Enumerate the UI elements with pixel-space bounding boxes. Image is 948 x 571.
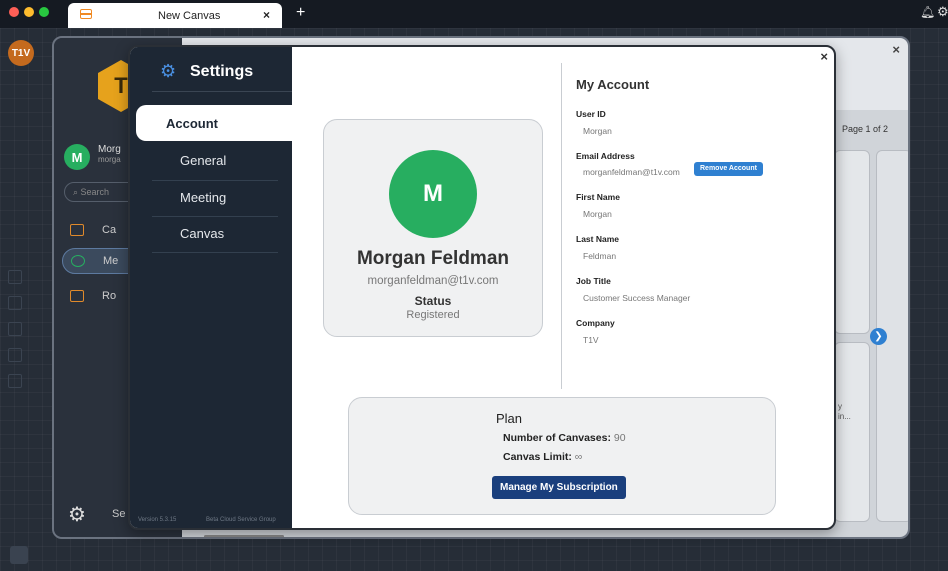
minimize-window-button[interactable] — [24, 7, 34, 17]
divider — [152, 91, 292, 92]
tab-close-button[interactable]: × — [263, 8, 270, 22]
canvas-icon — [80, 9, 92, 19]
build-text: Beta Cloud Service Group — [206, 517, 276, 523]
close-icon[interactable]: × — [820, 49, 828, 64]
field-value: T1V — [583, 335, 599, 345]
browser-tab[interactable]: New Canvas × — [68, 3, 282, 28]
field-value: Morgan — [583, 209, 612, 219]
gear-icon[interactable]: ⚙ — [68, 502, 86, 527]
field-value: Feldman — [583, 251, 617, 261]
canvas-card-text-line: y — [838, 402, 842, 411]
app-logo: T1V — [8, 40, 34, 66]
field-value: Morgan — [583, 126, 612, 136]
tab-label: Account — [166, 116, 218, 131]
avatar: M — [389, 150, 477, 238]
tab-label: Meeting — [180, 190, 227, 205]
profile-name: Morgan Feldman — [356, 248, 509, 269]
rail-item — [8, 374, 22, 388]
status-value: Registered — [406, 309, 460, 321]
divider — [561, 63, 562, 389]
plan-card: Plan Number of Canvases: 90 Canvas Limit… — [348, 397, 776, 515]
sidebar-item-label: Ro — [102, 290, 117, 302]
room-icon — [70, 290, 84, 302]
canvas-card[interactable] — [834, 342, 870, 522]
field-value: Customer Success Manager — [583, 293, 691, 303]
plan-title: Plan — [496, 411, 523, 426]
maximize-window-button[interactable] — [39, 7, 49, 17]
profile-card: M Morgan Feldman morganfeldman@t1v.com S… — [323, 119, 543, 337]
close-icon[interactable]: × — [892, 42, 900, 57]
settings-title: Settings — [190, 63, 254, 80]
remove-account-button[interactable]: Remove Account — [694, 162, 763, 176]
field-label: First Name — [576, 192, 620, 202]
settings-modal: ⚙ Settings Account General Meeting Canva… — [128, 45, 836, 530]
meeting-icon — [71, 255, 85, 267]
gear-icon: ⚙ — [160, 61, 177, 81]
rail-item — [8, 296, 22, 310]
manage-subscription-button[interactable]: Manage My Subscription — [492, 476, 626, 499]
sidebar-item-label: Me — [103, 255, 119, 267]
canvas-card-text: y in... — [838, 402, 851, 422]
field-label: Last Name — [576, 234, 619, 244]
rail-item — [8, 348, 22, 362]
background-user-name: Morg — [98, 144, 121, 155]
divider — [152, 252, 278, 253]
gear-icon[interactable]: ⚙ — [937, 4, 948, 20]
profile-email: morganfeldman@t1v.com — [367, 275, 499, 287]
avatar: M — [64, 144, 90, 170]
account-title: My Account — [576, 77, 650, 92]
background-settings-label: Se — [112, 508, 126, 520]
close-window-button[interactable] — [9, 7, 19, 17]
tab-canvas[interactable]: Canvas — [130, 215, 292, 251]
scrollbar[interactable] — [204, 535, 284, 537]
background-user-sub: morga — [98, 155, 121, 164]
tab-title: New Canvas — [158, 10, 221, 22]
canvas-limit-label: Canvas Limit: — [503, 451, 572, 463]
search-placeholder: Search — [80, 187, 110, 197]
tab-general[interactable]: General — [130, 142, 292, 178]
sidebar-item-label: Ca — [102, 224, 117, 236]
tab-label: General — [180, 153, 227, 168]
field-label: Company — [576, 318, 615, 328]
tab-label: Canvas — [180, 226, 225, 241]
rail-item — [8, 322, 22, 336]
canvas-limit-value: ∞ — [574, 451, 583, 463]
field-label: Email Address — [576, 151, 635, 161]
field-label: Job Title — [576, 276, 611, 286]
tab-meeting[interactable]: Meeting — [130, 179, 292, 215]
canvas-limit-row: Canvas Limit: ∞ — [503, 451, 582, 463]
new-tab-button[interactable]: + — [296, 4, 305, 22]
field-label: User ID — [576, 109, 606, 119]
rail-item — [8, 270, 22, 284]
left-rail — [8, 270, 26, 440]
canvas-count-value: 90 — [613, 432, 626, 444]
canvas-card-text-line: in... — [838, 412, 851, 421]
status-label: Status — [414, 294, 452, 308]
canvas-card[interactable] — [834, 150, 870, 334]
tab-account[interactable]: Account — [136, 105, 294, 141]
chevron-right-icon[interactable]: ❯ — [870, 328, 887, 345]
background-user: Morg morga — [98, 144, 121, 164]
settings-sidebar: ⚙ Settings Account General Meeting Canva… — [130, 47, 294, 528]
browser-chrome: New Canvas × + 🔔︎ ⚙ — [0, 0, 948, 28]
bottom-icon — [10, 546, 28, 564]
field-value: morganfeldman@t1v.com — [583, 167, 680, 177]
version-text: Version 5.3.15 — [138, 517, 177, 523]
canvas-icon — [70, 224, 84, 236]
canvas-count-label: Number of Canvases: — [503, 432, 611, 444]
canvas-count-row: Number of Canvases: 90 — [503, 432, 626, 444]
bell-icon[interactable]: 🔔︎ — [920, 5, 935, 19]
page-indicator: Page 1 of 2 — [841, 124, 888, 134]
